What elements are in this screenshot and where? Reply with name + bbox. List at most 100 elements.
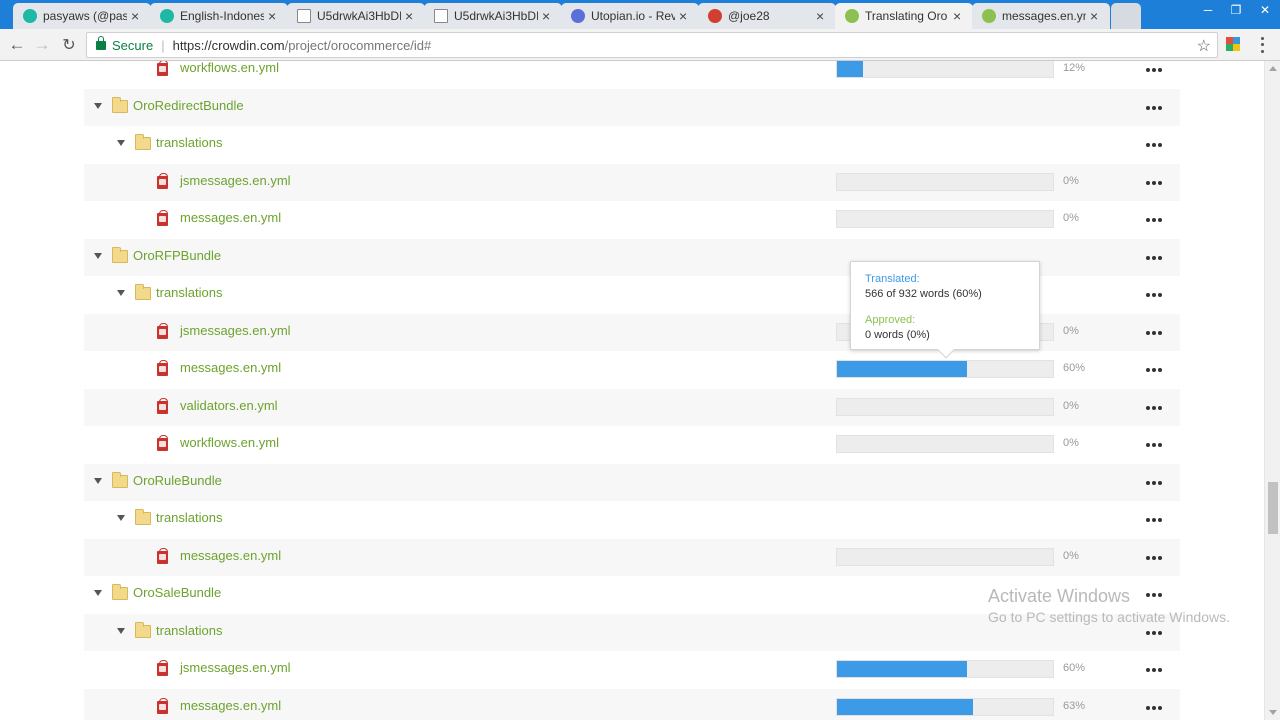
file-row[interactable]: messages.en.yml 63%	[84, 688, 1180, 720]
scroll-up-icon[interactable]	[1269, 66, 1277, 71]
row-menu-icon[interactable]	[1146, 405, 1162, 410]
translation-progress-bar[interactable]	[836, 61, 1054, 78]
browser-tab[interactable]: English-Indones ×	[150, 3, 288, 29]
tab-close-icon[interactable]: ×	[953, 8, 965, 24]
expand-arrow-icon[interactable]	[94, 252, 102, 259]
back-icon[interactable]: ←	[5, 33, 29, 57]
row-menu-icon[interactable]	[1146, 255, 1162, 260]
expand-arrow-icon[interactable]	[94, 590, 102, 596]
folder-row[interactable]: translations	[84, 501, 1180, 538]
row-menu-icon[interactable]	[1146, 668, 1162, 672]
row-menu-icon[interactable]	[1146, 518, 1162, 522]
folder-name[interactable]: translations	[156, 285, 222, 300]
file-name[interactable]: messages.en.yml	[180, 210, 281, 225]
row-menu-icon[interactable]	[1146, 480, 1162, 485]
folder-name[interactable]: translations	[156, 135, 222, 150]
tab-close-icon[interactable]: ×	[268, 8, 280, 24]
close-window-button[interactable]: ✕	[1250, 0, 1280, 20]
tab-close-icon[interactable]: ×	[131, 8, 143, 24]
row-menu-icon[interactable]	[1146, 555, 1162, 560]
translation-progress-bar[interactable]	[836, 547, 1054, 566]
file-name[interactable]: messages.en.yml	[180, 698, 281, 713]
folder-name[interactable]: OroRedirectBundle	[133, 98, 244, 113]
file-name[interactable]: validators.en.yml	[180, 398, 278, 413]
file-name[interactable]: workflows.en.yml	[180, 61, 279, 75]
address-bar[interactable]: Secure | https://crowdin.com/project/oro…	[86, 32, 1218, 58]
folder-row[interactable]: OroRedirectBundle	[84, 88, 1180, 126]
folder-row[interactable]: OroRuleBundle	[84, 463, 1180, 501]
file-row[interactable]: workflows.en.yml 0%	[84, 426, 1180, 463]
scrollbar-thumb[interactable]	[1268, 482, 1278, 534]
tab-close-icon[interactable]: ×	[679, 8, 691, 24]
tab-title: Utopian.io - Rev	[591, 9, 675, 23]
file-row[interactable]: jsmessages.en.yml 0%	[84, 163, 1180, 201]
minimize-button[interactable]: ─	[1194, 0, 1222, 20]
file-name[interactable]: jsmessages.en.yml	[180, 173, 291, 188]
file-name[interactable]: workflows.en.yml	[180, 435, 279, 450]
expand-arrow-icon[interactable]	[94, 102, 102, 109]
tab-close-icon[interactable]: ×	[405, 8, 417, 24]
folder-name[interactable]: translations	[156, 510, 222, 525]
file-row[interactable]: messages.en.yml 0%	[84, 201, 1180, 238]
folder-name[interactable]: OroRFPBundle	[133, 248, 221, 263]
new-tab-button[interactable]	[1111, 3, 1141, 29]
file-name[interactable]: messages.en.yml	[180, 548, 281, 563]
file-row[interactable]: jsmessages.en.yml 60%	[84, 651, 1180, 688]
row-menu-icon[interactable]	[1146, 368, 1162, 372]
row-menu-icon[interactable]	[1146, 180, 1162, 185]
translation-progress-bar[interactable]	[836, 397, 1054, 416]
file-name[interactable]: messages.en.yml	[180, 360, 281, 375]
file-row[interactable]: messages.en.yml 0%	[84, 538, 1180, 576]
forward-icon[interactable]: →	[30, 33, 54, 57]
folder-row[interactable]: translations	[84, 126, 1180, 163]
browser-tab[interactable]: Translating Oro ×	[835, 3, 973, 29]
expand-arrow-icon[interactable]	[117, 627, 125, 634]
row-menu-icon[interactable]	[1146, 105, 1162, 110]
folder-name[interactable]: translations	[156, 623, 222, 638]
expand-arrow-icon[interactable]	[117, 515, 125, 521]
expand-arrow-icon[interactable]	[117, 140, 125, 146]
translation-progress-bar[interactable]	[836, 435, 1054, 453]
extension-icon[interactable]	[1226, 37, 1240, 51]
tab-close-icon[interactable]: ×	[542, 8, 554, 24]
row-menu-icon[interactable]	[1146, 443, 1162, 447]
browser-tab[interactable]: U5drwkAi3HbDI ×	[287, 3, 425, 29]
tab-close-icon[interactable]: ×	[816, 8, 828, 24]
file-row[interactable]: workflows.en.yml 12%	[84, 61, 1180, 88]
maximize-button[interactable]: ❐	[1222, 0, 1250, 20]
row-menu-icon[interactable]	[1146, 630, 1162, 635]
translation-progress-bar[interactable]	[836, 660, 1054, 678]
page-scrollbar[interactable]	[1264, 61, 1280, 720]
row-menu-icon[interactable]	[1146, 330, 1162, 335]
browser-tab[interactable]: pasyaws (@pasy ×	[13, 3, 151, 29]
tab-close-icon[interactable]: ×	[1090, 8, 1102, 24]
row-menu-icon[interactable]	[1146, 593, 1162, 597]
expand-arrow-icon[interactable]	[117, 290, 125, 296]
browser-tab[interactable]: @joe28 ×	[698, 3, 836, 29]
file-row[interactable]: messages.en.yml 60%	[84, 351, 1180, 388]
bookmark-star-icon[interactable]: ☆	[1197, 36, 1211, 56]
row-menu-icon[interactable]	[1146, 218, 1162, 222]
scroll-down-icon[interactable]	[1269, 710, 1277, 715]
expand-arrow-icon[interactable]	[94, 477, 102, 484]
file-name[interactable]: jsmessages.en.yml	[180, 323, 291, 338]
browser-tab[interactable]: U5drwkAi3HbDI ×	[424, 3, 562, 29]
folder-row[interactable]: OroSaleBundle	[84, 576, 1180, 613]
browser-tab[interactable]: Utopian.io - Rev ×	[561, 3, 699, 29]
row-menu-icon[interactable]	[1146, 705, 1162, 710]
translation-progress-bar[interactable]	[836, 697, 1054, 716]
file-row[interactable]: validators.en.yml 0%	[84, 388, 1180, 426]
row-menu-icon[interactable]	[1146, 293, 1162, 297]
translation-progress-bar[interactable]	[836, 360, 1054, 378]
translation-progress-bar[interactable]	[836, 210, 1054, 228]
row-menu-icon[interactable]	[1146, 68, 1162, 72]
folder-row[interactable]: translations	[84, 613, 1180, 651]
file-name[interactable]: jsmessages.en.yml	[180, 660, 291, 675]
browser-tab[interactable]: messages.en.ym ×	[972, 3, 1110, 29]
folder-name[interactable]: OroSaleBundle	[133, 585, 221, 600]
folder-name[interactable]: OroRuleBundle	[133, 473, 222, 488]
browser-menu-icon[interactable]	[1256, 35, 1268, 55]
translation-progress-bar[interactable]	[836, 172, 1054, 191]
reload-icon[interactable]: ↻	[57, 33, 81, 57]
row-menu-icon[interactable]	[1146, 143, 1162, 147]
